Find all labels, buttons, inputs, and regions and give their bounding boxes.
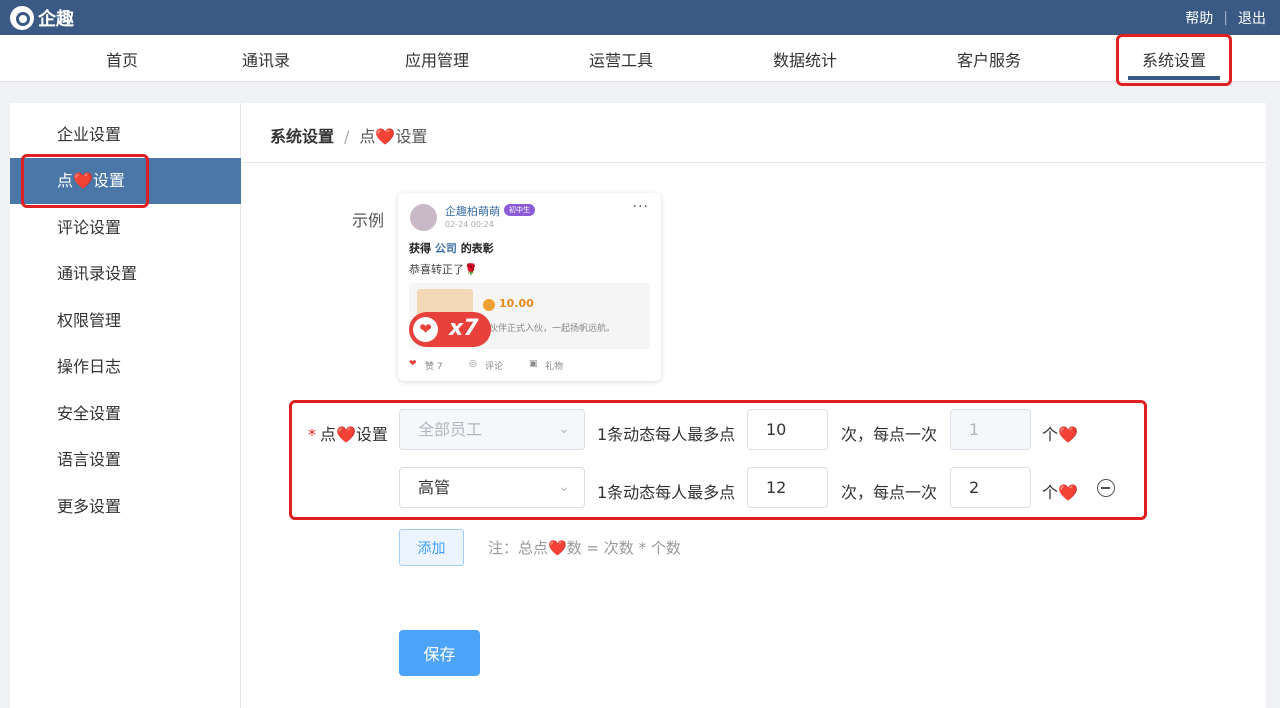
more-icon: ··· <box>632 199 649 215</box>
nav-app-management[interactable]: 应用管理 <box>405 47 469 71</box>
card-award-desc: 伙伴正式入伙，一起扬帆远航。 <box>489 324 616 334</box>
example-label: 示例 <box>352 211 385 230</box>
card-title-prefix: 获得 <box>409 242 431 255</box>
card-title: 获得 公司 的表彰 <box>409 240 494 256</box>
nav-operation-tools[interactable]: 运营工具 <box>589 47 653 71</box>
heart-icon: ❤ <box>413 317 438 342</box>
gift-icon: ▣ <box>529 359 538 369</box>
nav-contacts[interactable]: 通讯录 <box>242 47 290 71</box>
card-user-badge: 初中生 <box>504 204 535 216</box>
breadcrumb-current: 点❤️设置 <box>359 127 428 146</box>
like-count-badge: ❤ x7 <box>409 312 491 347</box>
top-links-separator: | <box>1223 10 1228 26</box>
heart-icon-small: ❤ <box>409 359 417 369</box>
sidebar-item-more[interactable]: 更多设置 <box>10 484 241 530</box>
sidebar-item-comments[interactable]: 评论设置 <box>10 205 241 251</box>
sidebar-item-enterprise[interactable]: 企业设置 <box>10 112 241 158</box>
logout-link[interactable]: 退出 <box>1238 8 1266 28</box>
card-gift: 礼物 <box>545 362 564 372</box>
top-bar: 企趣 帮助 | 退出 <box>0 0 1280 35</box>
card-like-count: 赞 7 <box>425 362 443 372</box>
breadcrumb-separator: / <box>344 127 350 146</box>
save-button[interactable]: 保存 <box>399 630 480 676</box>
settings-highlight-box <box>289 400 1147 520</box>
nav-customer-service[interactable]: 客户服务 <box>957 47 1021 71</box>
app-title: 企趣 <box>38 9 74 30</box>
sidebar-item-logs[interactable]: 操作日志 <box>10 344 241 390</box>
app-logo[interactable]: 企趣 <box>10 5 74 31</box>
card-title-suffix: 的表彰 <box>460 242 494 255</box>
add-button[interactable]: 添加 <box>399 529 464 566</box>
sidebar-item-contacts[interactable]: 通讯录设置 <box>10 251 241 297</box>
logo-icon <box>10 6 34 30</box>
sidebar-item-security[interactable]: 安全设置 <box>10 391 241 437</box>
comment-icon: ◎ <box>469 359 477 369</box>
card-user-name: 企趣柏萌萌 <box>445 205 500 218</box>
sidebar-item-permissions[interactable]: 权限管理 <box>10 298 241 344</box>
help-link[interactable]: 帮助 <box>1185 8 1213 28</box>
main-nav: 首页 通讯录 应用管理 运营工具 数据统计 客户服务 系统设置 <box>0 35 1280 82</box>
card-timestamp: 02-24 00:24 <box>445 220 494 229</box>
formula-note: 注：总点❤️数 = 次数 * 个数 <box>488 539 681 557</box>
breadcrumb: 系统设置 / 点❤️设置 <box>242 103 1266 163</box>
card-coin-amount: 10.00 <box>499 297 534 310</box>
like-count-text: x7 <box>449 316 479 341</box>
coin-icon <box>483 299 495 311</box>
card-message: 恭喜转正了🌹 <box>409 263 478 276</box>
avatar <box>410 204 437 231</box>
example-card: 企趣柏萌萌 初中生 02-24 00:24 ··· 获得 公司 的表彰 恭喜转正… <box>398 193 661 381</box>
card-comment: 评论 <box>485 362 504 372</box>
breadcrumb-parent[interactable]: 系统设置 <box>270 127 334 146</box>
card-title-company: 公司 <box>434 242 457 255</box>
top-links: 帮助 | 退出 <box>1185 8 1266 28</box>
nav-home[interactable]: 首页 <box>106 47 138 71</box>
sidebar-item-language[interactable]: 语言设置 <box>10 437 241 483</box>
nav-data-statistics[interactable]: 数据统计 <box>773 47 837 71</box>
sidebar-highlight-box <box>21 154 149 208</box>
nav-highlight-box <box>1116 34 1232 86</box>
